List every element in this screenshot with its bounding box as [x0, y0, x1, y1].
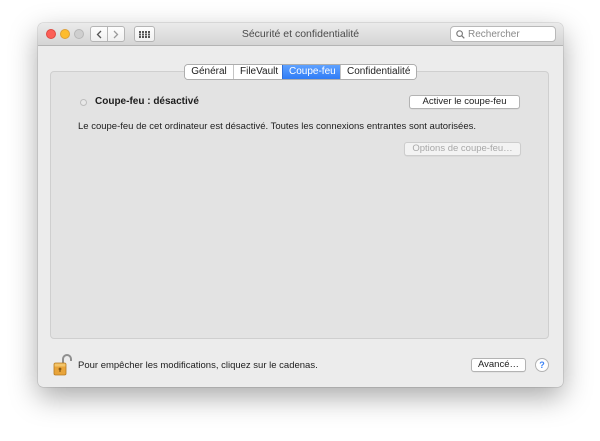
close-button[interactable] — [46, 29, 56, 39]
padlock-open-icon[interactable] — [52, 353, 72, 377]
search-input[interactable] — [468, 28, 550, 40]
firewall-status-indicator — [80, 99, 87, 106]
advanced-button[interactable]: Avancé… — [471, 358, 526, 372]
title-bar: Sécurité et confidentialité — [38, 23, 563, 46]
content-panel — [50, 71, 549, 339]
forward-button[interactable] — [107, 26, 125, 42]
tab-privacy[interactable]: Confidentialité — [340, 65, 416, 79]
search-field[interactable] — [450, 26, 556, 42]
help-icon[interactable]: ? — [535, 358, 549, 372]
show-all-button[interactable] — [134, 26, 155, 42]
chevron-left-icon — [96, 30, 102, 38]
firewall-description: Le coupe-feu de cet ordinateur est désac… — [78, 121, 477, 132]
lock-instructions: Pour empêcher les modifications, cliquez… — [78, 360, 318, 371]
firewall-status-label: Coupe-feu : désactivé — [95, 96, 199, 107]
enable-firewall-button[interactable]: Activer le coupe-feu — [409, 95, 520, 109]
tab-bar: Général FileVault Coupe-feu Confidential… — [184, 64, 417, 80]
firewall-options-button: Options de coupe-feu… — [404, 142, 521, 156]
tab-firewall[interactable]: Coupe-feu — [282, 65, 340, 79]
grid-icon — [139, 30, 150, 38]
zoom-button[interactable] — [74, 29, 84, 39]
preferences-window: Sécurité et confidentialité Général File… — [38, 23, 563, 387]
chevron-right-icon — [113, 30, 119, 38]
tab-filevault[interactable]: FileVault — [233, 65, 282, 79]
back-button[interactable] — [90, 26, 108, 42]
search-icon — [456, 30, 465, 39]
minimize-button[interactable] — [60, 29, 70, 39]
tab-general[interactable]: Général — [185, 65, 233, 79]
